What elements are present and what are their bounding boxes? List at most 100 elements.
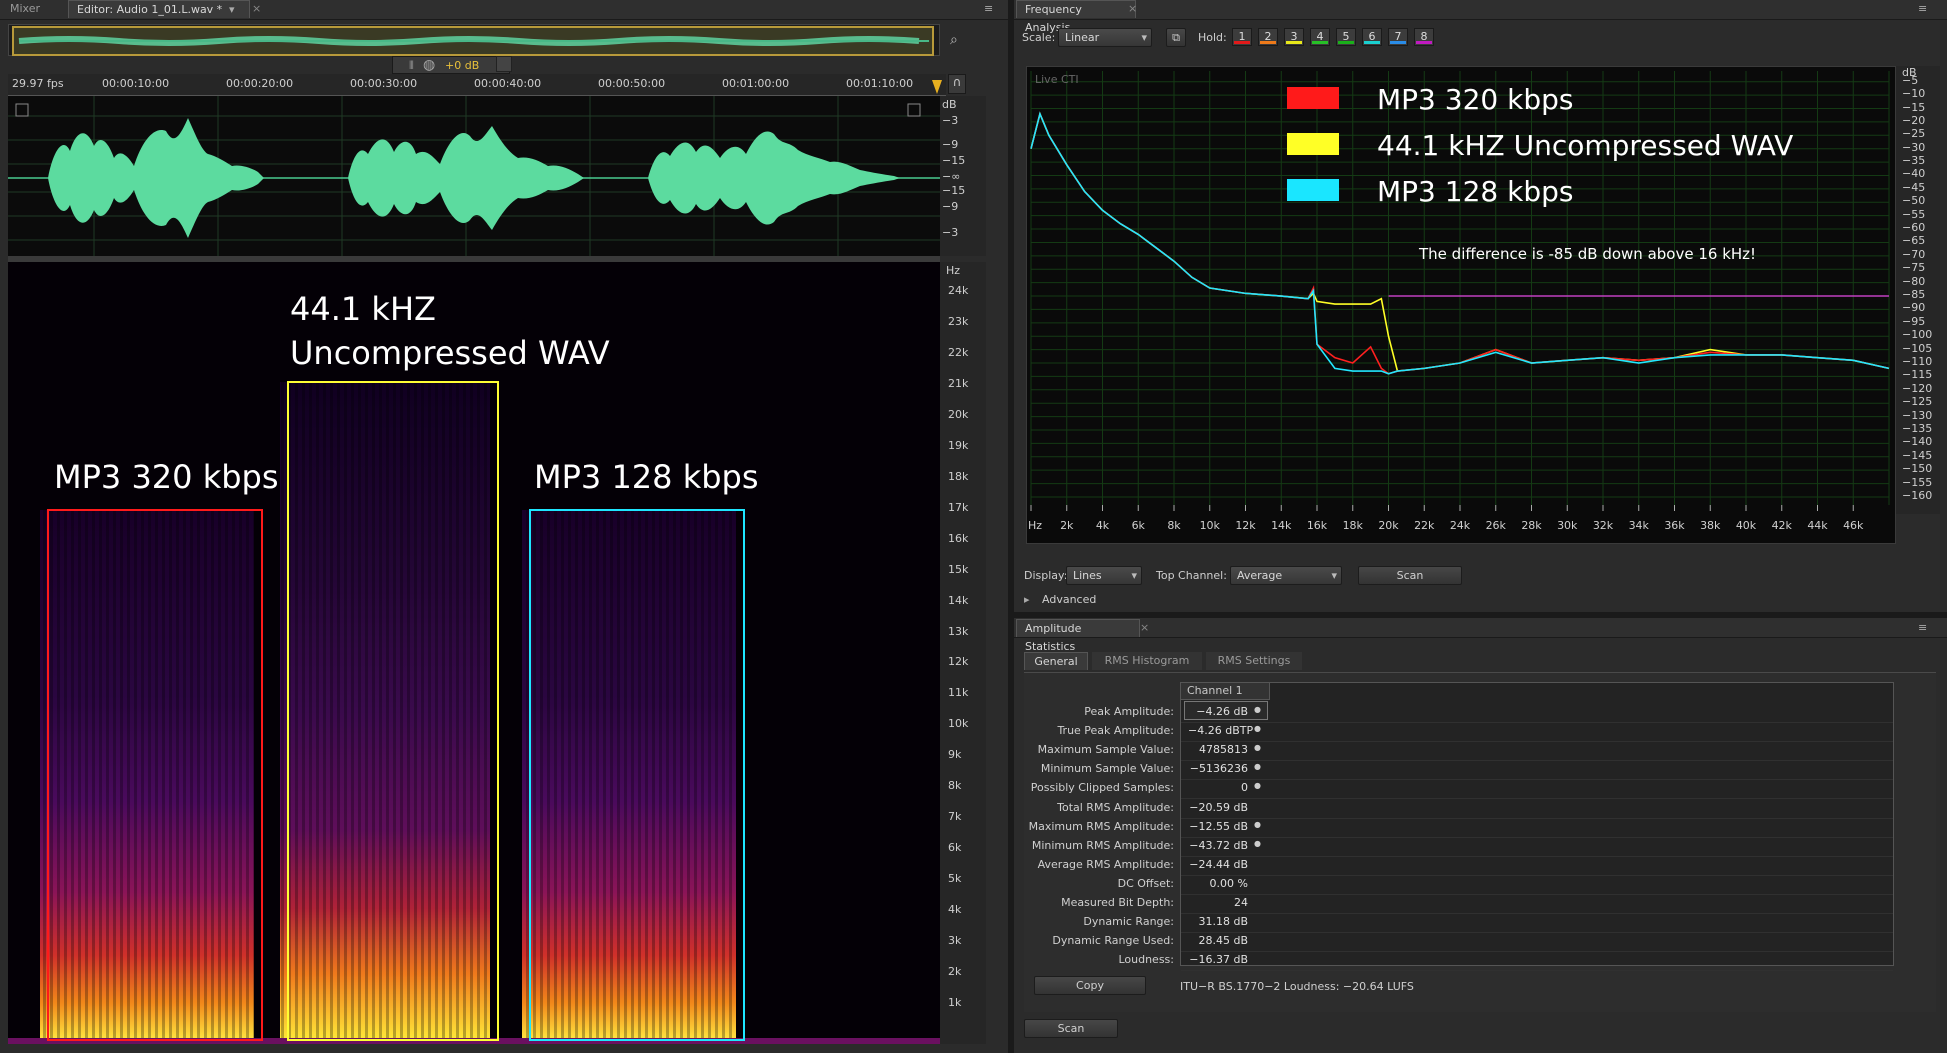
hold-color-swatch: [1312, 41, 1328, 44]
hz-tick: 9k: [948, 748, 962, 762]
hz-tick: 23k: [948, 314, 969, 328]
db-tick: −20: [1902, 113, 1926, 127]
hold-slot-2[interactable]: 2: [1258, 28, 1278, 46]
hold-slot-6[interactable]: 6: [1362, 28, 1382, 46]
dropdown-icon[interactable]: ▾: [229, 1, 235, 19]
db-tick: −3: [942, 226, 959, 239]
db-tick: −155: [1902, 475, 1933, 489]
row-divider: [1181, 855, 1893, 857]
spectral-frequency-view[interactable]: MP3 320 kbps 44.1 kHZ Uncompressed WAV M…: [8, 262, 940, 1044]
panel-divider[interactable]: [1008, 0, 1014, 1053]
x-tick-label: 12k: [1235, 519, 1256, 532]
advanced-toggle[interactable]: Advanced: [1042, 593, 1096, 606]
timeline-ruler[interactable]: 29.97 fps 00:00:10:00 00:00:20:00 00:00:…: [8, 74, 946, 96]
goto-marker-icon[interactable]: ●: [1254, 839, 1261, 848]
expand-advanced-icon[interactable]: ▸: [1024, 593, 1030, 606]
row-divider: [1181, 798, 1893, 800]
goto-marker-icon[interactable]: ●: [1254, 724, 1261, 733]
pin-icon[interactable]: [496, 56, 512, 72]
hold-slot-5[interactable]: 5: [1336, 28, 1356, 46]
hold-slot-7[interactable]: 7: [1388, 28, 1408, 46]
hold-slot-3[interactable]: 3: [1284, 28, 1304, 46]
scale-select[interactable]: Linear: [1058, 28, 1152, 47]
db-tick: −15: [1902, 100, 1926, 114]
stat-value: −12.55 dB: [1189, 819, 1248, 833]
hz-tick: 3k: [948, 934, 962, 948]
db-tick: −120: [1902, 381, 1933, 395]
db-tick: −35: [1902, 154, 1926, 168]
db-tick: −15: [942, 184, 966, 197]
tab-editor[interactable]: Editor: Audio 1_01.L.wav * ▾: [68, 0, 250, 18]
close-tab-icon[interactable]: ×: [252, 2, 261, 15]
amp-scan-button[interactable]: Scan: [1024, 1019, 1118, 1038]
hold-slot-4[interactable]: 4: [1310, 28, 1330, 46]
knob-icon[interactable]: ◍: [423, 57, 435, 73]
db-tick: −135: [1902, 421, 1933, 435]
hz-tick: 19k: [948, 438, 969, 452]
zoom-icon[interactable]: ⌕: [950, 32, 958, 48]
waveform-svg: [8, 96, 940, 256]
hold-slot-1[interactable]: 1: [1232, 28, 1252, 46]
snapshot-icon[interactable]: ⧉: [1166, 28, 1186, 47]
db-tick: −110: [1902, 355, 1933, 368]
time-tick: 00:01:00:00: [722, 77, 790, 90]
tab-rms-settings[interactable]: RMS Settings: [1206, 652, 1302, 670]
waveform-view[interactable]: [8, 96, 940, 256]
tab-general[interactable]: General: [1024, 652, 1088, 670]
db-tick: −75: [1902, 261, 1926, 275]
panel-menu-icon[interactable]: ≡: [1918, 2, 1927, 15]
row-divider: [1181, 779, 1893, 781]
panel-menu-icon[interactable]: ≡: [1918, 621, 1927, 634]
goto-marker-icon[interactable]: ●: [1254, 705, 1261, 714]
hz-tick: 20k: [948, 407, 969, 421]
db-tick: −65: [1902, 234, 1926, 248]
stat-value: 28.45 dB: [1198, 934, 1248, 948]
headphones-icon[interactable]: ∩: [948, 74, 966, 94]
scale-label: Scale:: [1022, 31, 1056, 44]
close-tab-icon[interactable]: ×: [1140, 621, 1149, 634]
row-divider: [1181, 874, 1893, 876]
db-tick: −10: [1902, 87, 1926, 101]
stat-label: Average RMS Amplitude:: [1037, 857, 1174, 871]
hz-tick: 13k: [948, 624, 969, 638]
goto-marker-icon[interactable]: ●: [1254, 820, 1261, 829]
db-tick: −30: [1902, 140, 1926, 154]
spectrogram-svg: [8, 381, 940, 1044]
hz-tick: 11k: [948, 686, 969, 700]
time-tick: 00:00:40:00: [474, 77, 542, 90]
label-mp3-128: MP3 128 kbps: [534, 458, 759, 496]
hold-slot-8[interactable]: 8: [1414, 28, 1434, 46]
goto-marker-icon[interactable]: ●: [1254, 762, 1261, 771]
db-tick: −∞: [942, 170, 961, 183]
goto-marker-icon[interactable]: ●: [1254, 781, 1261, 790]
frequency-graph[interactable]: Hz 2k 4k 6k 8k 10k 12k 14k 16k 18k 20k 22k 24k 26k 28k…: [1026, 66, 1896, 544]
x-tick-label: 16k: [1307, 519, 1328, 532]
stat-label: DC Offset:: [1117, 876, 1174, 890]
hold-color-swatch: [1416, 41, 1432, 44]
stat-label: Measured Bit Depth:: [1061, 896, 1174, 909]
collapse-icon: [907, 103, 921, 117]
tab-rms-histogram[interactable]: RMS Histogram: [1092, 652, 1202, 670]
goto-marker-icon[interactable]: ●: [1254, 743, 1261, 752]
top-channel-select[interactable]: Average: [1230, 566, 1342, 585]
tab-frequency-analysis[interactable]: Frequency Analysis: [1016, 0, 1136, 34]
panel-menu-icon[interactable]: ≡: [984, 2, 993, 15]
row-divider: [1181, 970, 1893, 972]
volume-control[interactable]: ⦀ ◍ +0 dB: [392, 56, 510, 74]
tab-mixer[interactable]: Mixer: [2, 0, 48, 18]
scan-button[interactable]: Scan: [1358, 566, 1462, 585]
row-divider: [1181, 893, 1893, 895]
copy-button[interactable]: Copy: [1034, 976, 1146, 995]
db-tick: −25: [1902, 127, 1926, 141]
overview-strip[interactable]: [8, 24, 940, 56]
x-tick-label: 14k: [1271, 519, 1292, 532]
display-select[interactable]: Lines: [1066, 566, 1142, 585]
hz-tick: 12k: [948, 655, 969, 669]
db-tick: −100: [1902, 328, 1933, 342]
stat-value: 0.00 %: [1209, 876, 1248, 890]
close-tab-icon[interactable]: ×: [1128, 2, 1137, 15]
difference-annotation: The difference is -85 dB down above 16 k…: [1418, 245, 1756, 263]
tab-amplitude-statistics[interactable]: Amplitude Statistics: [1016, 619, 1140, 653]
label-wav-line1: 44.1 kHZ: [290, 290, 436, 328]
hz-tick: 15k: [948, 562, 969, 576]
